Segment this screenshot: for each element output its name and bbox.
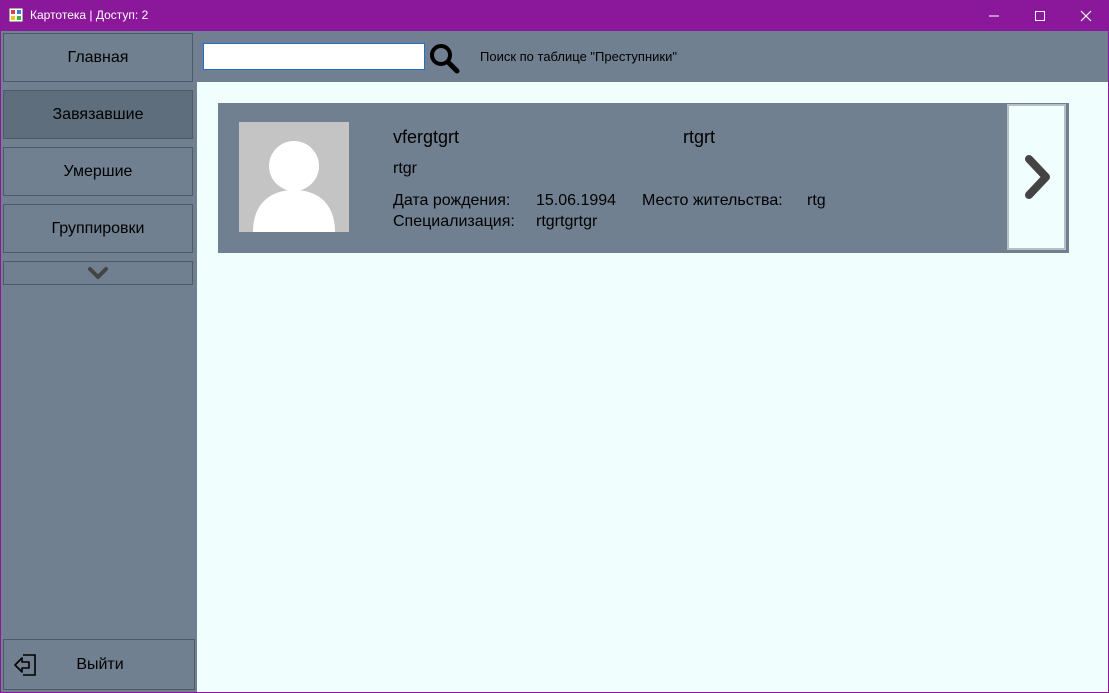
card-last-name: vfergtgrt [393, 127, 460, 147]
close-icon [1080, 10, 1092, 21]
card-open-button[interactable] [1007, 104, 1066, 250]
window-title: Картотека | Доступ: 2 [30, 8, 149, 22]
chevron-down-icon [88, 267, 108, 279]
window-body: Главная Завязавшие Умершие Группировки В… [1, 31, 1108, 692]
search-input[interactable] [203, 43, 425, 70]
card-patronymic: rtgr [393, 160, 417, 177]
minimize-button[interactable] [971, 0, 1017, 31]
search-icon[interactable] [428, 42, 460, 74]
card-residence-label: Место жительства: [642, 192, 783, 209]
chevron-right-icon [1024, 155, 1050, 199]
card-specialization: rtgrtgrtgr [536, 213, 598, 230]
card-residence: rtg [807, 192, 826, 209]
user-silhouette-icon [253, 141, 335, 232]
sidebar-item-main[interactable]: Главная [3, 33, 193, 82]
maximize-icon [1035, 10, 1045, 21]
logout-button[interactable]: Выйти [3, 639, 195, 690]
app-icon [9, 8, 23, 22]
card-birth-date: 15.06.1994 [536, 192, 617, 209]
minimize-icon [989, 15, 999, 16]
maximize-button[interactable] [1017, 0, 1063, 31]
logout-icon [14, 654, 36, 676]
sidebar: Главная Завязавшие Умершие Группировки В… [1, 31, 197, 692]
title-bar: Картотека | Доступ: 2 [0, 0, 1109, 31]
main-content: Поиск по таблице "Преступники" vfergtgrt… [197, 31, 1108, 692]
criminal-card[interactable]: vfergtgrt rtgrt rtgr Дата рождения: 15.0… [218, 103, 1069, 253]
sidebar-item-groups[interactable]: Группировки [3, 204, 193, 253]
avatar [239, 122, 349, 232]
search-bar: Поиск по таблице "Преступники" [197, 31, 1108, 82]
sidebar-item-deceased[interactable]: Умершие [3, 147, 193, 196]
card-birth-date-label: Дата рождения: [393, 192, 511, 209]
close-button[interactable] [1063, 0, 1109, 31]
sidebar-item-reformed[interactable]: Завязавшие [3, 90, 193, 139]
search-label: Поиск по таблице "Преступники" [480, 49, 677, 64]
sidebar-more-button[interactable] [3, 261, 193, 285]
card-first-name: rtgrt [683, 127, 716, 147]
card-specialization-label: Специализация: [393, 213, 515, 230]
